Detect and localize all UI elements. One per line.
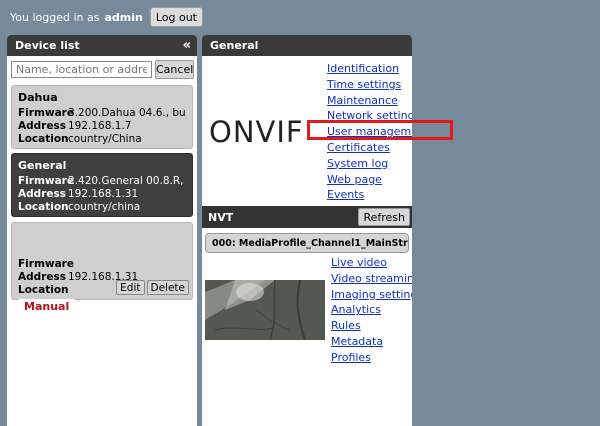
address-label: Address [18, 271, 66, 283]
device-list-title: Device list [15, 39, 80, 52]
edit-button[interactable]: Edit [116, 280, 145, 295]
firmware-label: Firmware [18, 107, 74, 119]
video-preview[interactable] [205, 280, 325, 340]
link-analytics[interactable]: Analytics [331, 302, 412, 318]
link-rules[interactable]: Rules [331, 318, 412, 334]
device-list-panel: Device list « Cancel Dahua Firmware3.200… [7, 35, 197, 426]
location-value: country/China [68, 133, 142, 145]
search-row: Cancel [7, 56, 197, 79]
device-card-general[interactable]: General Firmware2.420.General 00.8.R, bu… [11, 153, 193, 217]
location-value: country/china [68, 201, 141, 213]
link-time-settings[interactable]: Time settings [327, 77, 412, 93]
link-live-video[interactable]: Live video [331, 255, 412, 271]
device-name: General [18, 159, 67, 172]
firmware-label: Firmware [18, 258, 74, 270]
firmware-label: Firmware [18, 175, 74, 187]
manual-badge: Manual [18, 299, 76, 314]
link-web-page[interactable]: Web page [327, 172, 412, 188]
address-label: Address [18, 188, 66, 200]
link-identification[interactable]: Identification [327, 61, 412, 77]
login-status-text: You logged in as [10, 10, 100, 24]
nvt-title: NVT [208, 210, 234, 224]
link-profiles[interactable]: Profiles [331, 350, 412, 366]
location-label: Location [18, 201, 69, 213]
general-title: General [210, 39, 259, 52]
device-name: Dahua [18, 91, 58, 104]
delete-button[interactable]: Delete [146, 280, 189, 295]
general-header: General [202, 35, 412, 56]
login-bar: You logged in as admin Log out [10, 7, 203, 27]
nvt-header: NVT Refresh [202, 206, 412, 228]
firmware-value: 3.200.Dahua 04.6., build: 201 [68, 107, 186, 119]
search-input[interactable] [11, 61, 152, 78]
nvt-links: Live video Video streaming Imaging setti… [331, 255, 412, 366]
device-card-dahua[interactable]: Dahua Firmware3.200.Dahua 04.6., build: … [11, 85, 193, 149]
address-label: Address [18, 120, 66, 132]
refresh-button[interactable]: Refresh [358, 208, 410, 226]
highlight-annotation [307, 120, 453, 140]
username: admin [104, 10, 143, 24]
double-chevron-left-icon[interactable]: « [183, 38, 191, 53]
link-video-streaming[interactable]: Video streaming [331, 271, 412, 287]
link-imaging-settings[interactable]: Imaging settings [331, 287, 412, 303]
location-label: Location [18, 133, 69, 145]
device-list-header: Device list « [7, 35, 197, 56]
device-card-manual[interactable]: Firmware Address 192.168.1.31 Location Ma… [11, 222, 193, 314]
device-name [18, 227, 186, 244]
link-metadata[interactable]: Metadata [331, 334, 412, 350]
general-panel: General ONVIF Identification Time settin… [202, 35, 412, 426]
profile-selector[interactable]: 000: MediaProfile_Channel1_MainStream [205, 233, 409, 253]
firmware-value: 2.420.General 00.8.R, build: 2 [68, 175, 186, 187]
link-maintenance[interactable]: Maintenance [327, 93, 412, 109]
link-events[interactable]: Events [327, 187, 412, 203]
link-certificates[interactable]: Certificates [327, 140, 412, 156]
logout-button[interactable]: Log out [149, 7, 203, 27]
cancel-button[interactable]: Cancel [155, 60, 195, 79]
address-value: 192.168.1.7 [68, 120, 132, 132]
address-value: 192.168.1.31 [68, 188, 139, 200]
link-system-log[interactable]: System log [327, 156, 412, 172]
video-preview-image [205, 280, 325, 340]
card-actions: Edit Delete [116, 280, 189, 295]
location-label: Location [18, 284, 69, 296]
